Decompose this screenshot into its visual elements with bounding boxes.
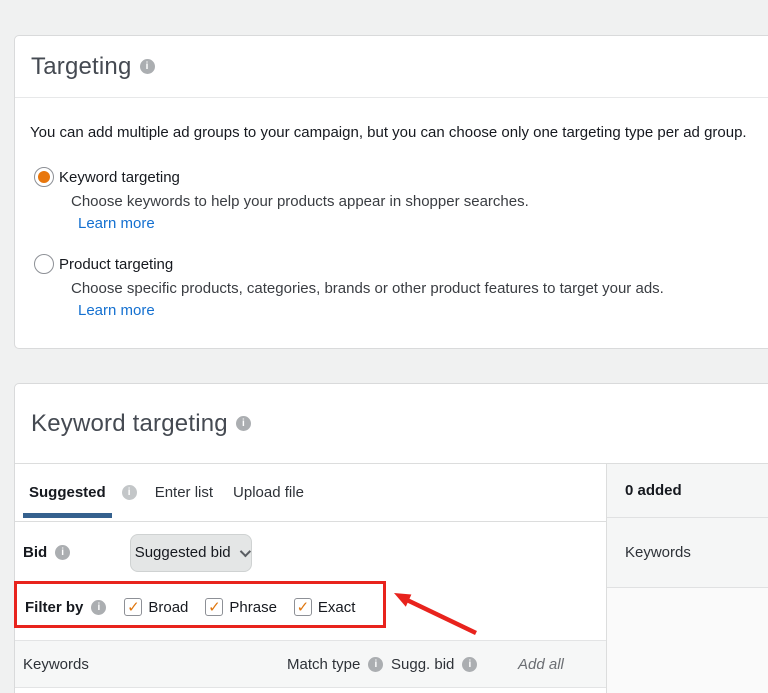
added-keywords-panel: 0 added Keywords <box>606 464 768 693</box>
bid-row: Bid i Suggested bid <box>15 522 606 583</box>
radio-option-keyword-targeting[interactable]: Keyword targeting <box>34 167 768 187</box>
keyword-card-content: Suggested i Enter list Upload file Bid i… <box>15 464 768 693</box>
option-description: Choose specific products, categories, br… <box>71 280 664 297</box>
info-icon[interactable]: i <box>91 599 107 615</box>
targeting-card-body: You can add multiple ad groups to your c… <box>15 98 768 319</box>
tab-upload-file[interactable]: Upload file <box>227 464 310 521</box>
column-sugg-bid: Sugg. bid <box>391 655 455 673</box>
radio-label[interactable]: Product targeting <box>59 256 173 273</box>
targeting-title: Targeting <box>31 52 132 80</box>
targeting-card: Targeting i You can add multiple ad grou… <box>14 35 768 349</box>
radio-option-product-targeting[interactable]: Product targeting <box>34 254 768 274</box>
check-icon: ✓ <box>208 598 221 616</box>
info-icon[interactable]: i <box>121 485 137 500</box>
tab-enter-list[interactable]: Enter list <box>149 464 219 521</box>
radio-selected-icon[interactable] <box>34 167 54 187</box>
info-icon[interactable]: i <box>139 59 155 74</box>
column-match-type: Match type <box>287 655 361 673</box>
checkbox-label: Broad <box>148 598 189 616</box>
dropdown-value: Suggested bid <box>134 544 231 561</box>
checkbox-label: Phrase <box>229 598 277 616</box>
learn-more-link[interactable]: Learn more <box>78 302 155 319</box>
column-keywords: Keywords <box>23 655 89 673</box>
add-all-button[interactable]: Add all <box>518 641 564 687</box>
page: Targeting i You can add multiple ad grou… <box>0 0 768 693</box>
checkbox-box[interactable]: ✓ <box>205 598 224 616</box>
option-description: Choose keywords to help your products ap… <box>71 193 529 210</box>
keyword-targeting-title: Keyword targeting <box>31 409 228 437</box>
suggested-bid-dropdown[interactable]: Suggested bid <box>130 533 253 572</box>
keyword-targeting-card: Keyword targeting i Suggested i Enter li… <box>14 383 768 693</box>
checkbox-label: Exact <box>317 598 356 616</box>
panel-empty-area <box>607 588 768 693</box>
radio-label[interactable]: Keyword targeting <box>59 169 180 186</box>
panel-keywords-label: Keywords <box>607 518 768 588</box>
tab-suggested[interactable]: Suggested <box>23 464 112 521</box>
info-icon[interactable]: i <box>235 416 251 431</box>
checkbox-phrase[interactable]: ✓ Phrase <box>205 598 277 616</box>
check-icon: ✓ <box>296 598 310 616</box>
info-icon[interactable]: i <box>368 656 384 672</box>
keyword-main-column: Suggested i Enter list Upload file Bid i… <box>15 464 606 693</box>
checkbox-broad[interactable]: ✓ Broad <box>124 598 188 616</box>
targeting-intro-text: You can add multiple ad groups to your c… <box>30 124 747 141</box>
filter-by-label: Filter by <box>25 598 84 616</box>
targeting-card-header: Targeting i <box>15 36 768 98</box>
checkbox-box[interactable]: ✓ <box>124 598 143 616</box>
info-icon[interactable]: i <box>462 656 478 672</box>
learn-more-link[interactable]: Learn more <box>78 215 155 232</box>
keyword-tabs: Suggested i Enter list Upload file <box>15 464 606 522</box>
bid-label: Bid <box>23 544 48 561</box>
added-count: 0 added <box>607 464 768 518</box>
keyword-card-header: Keyword targeting i <box>15 384 768 464</box>
radio-dot <box>38 171 50 183</box>
info-icon[interactable]: i <box>55 545 71 560</box>
filter-by-row: Filter by i ✓ Broad ✓ Phrase ✓ Exact <box>15 583 606 631</box>
check-icon: ✓ <box>127 598 140 616</box>
chevron-down-icon <box>239 545 251 557</box>
checkbox-box[interactable]: ✓ <box>293 598 312 616</box>
checkbox-exact[interactable]: ✓ Exact <box>293 598 356 616</box>
keywords-table-header: Keywords Match type i Sugg. bid i Add al… <box>15 640 606 688</box>
radio-unselected-icon[interactable] <box>34 254 54 274</box>
